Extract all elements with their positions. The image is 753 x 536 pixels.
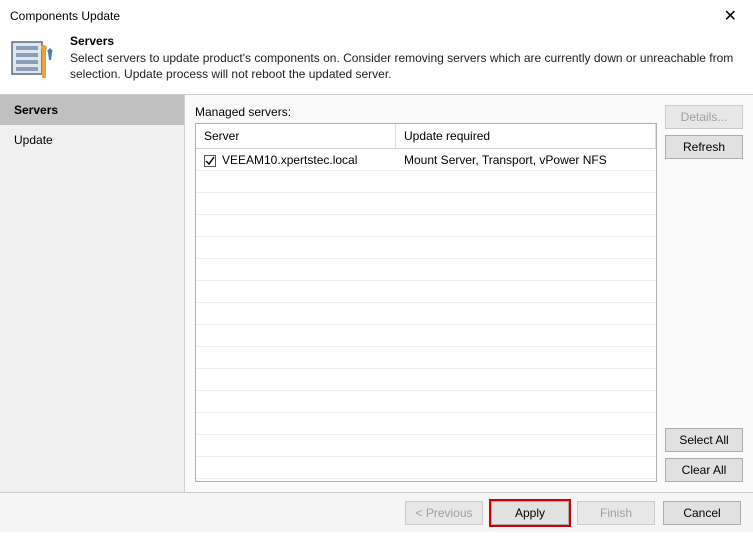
row-checkbox[interactable]: [204, 155, 216, 167]
table-row: [196, 303, 656, 325]
table-row: [196, 171, 656, 193]
clear-all-button[interactable]: Clear All: [665, 458, 743, 482]
table-row: [196, 457, 656, 479]
table-row: [196, 435, 656, 457]
cell-server: VEEAM10.xpertstec.local: [222, 153, 357, 167]
cell-update: Mount Server, Transport, vPower NFS: [396, 150, 656, 170]
sidebar-item-label: Update: [14, 133, 53, 147]
cancel-button[interactable]: Cancel: [663, 501, 741, 525]
sidebar-item-servers[interactable]: Servers: [0, 95, 184, 125]
table-row: [196, 193, 656, 215]
wizard-sidebar: Servers Update: [0, 95, 185, 492]
table-row: [196, 281, 656, 303]
wizard-footer: < Previous Apply Finish Cancel: [0, 492, 753, 532]
wizard-header: Servers Select servers to update product…: [0, 28, 753, 94]
table-row: [196, 369, 656, 391]
table-row: [196, 413, 656, 435]
apply-button[interactable]: Apply: [491, 501, 569, 525]
table-row: [196, 347, 656, 369]
header-title: Servers: [70, 34, 743, 48]
table-header: Server Update required: [196, 124, 656, 149]
col-header-update[interactable]: Update required: [396, 124, 656, 148]
finish-button: Finish: [577, 501, 655, 525]
sidebar-item-label: Servers: [14, 103, 58, 117]
select-all-button[interactable]: Select All: [665, 428, 743, 452]
close-icon[interactable]: ✕: [718, 6, 743, 26]
col-header-server[interactable]: Server: [196, 124, 396, 148]
servers-table: Server Update required VEEAM10.xpertstec…: [195, 123, 657, 482]
previous-button: < Previous: [405, 501, 483, 525]
managed-servers-label: Managed servers:: [195, 105, 657, 119]
table-row: [196, 325, 656, 347]
table-row: [196, 215, 656, 237]
table-row[interactable]: VEEAM10.xpertstec.local Mount Server, Tr…: [196, 149, 656, 171]
header-description: Select servers to update product's compo…: [70, 50, 743, 82]
sidebar-item-update[interactable]: Update: [0, 125, 184, 155]
details-button: Details...: [665, 105, 743, 129]
refresh-button[interactable]: Refresh: [665, 135, 743, 159]
table-row: [196, 259, 656, 281]
table-row: [196, 391, 656, 413]
servers-icon: [10, 34, 58, 82]
window-title: Components Update: [10, 9, 120, 23]
table-row: [196, 237, 656, 259]
